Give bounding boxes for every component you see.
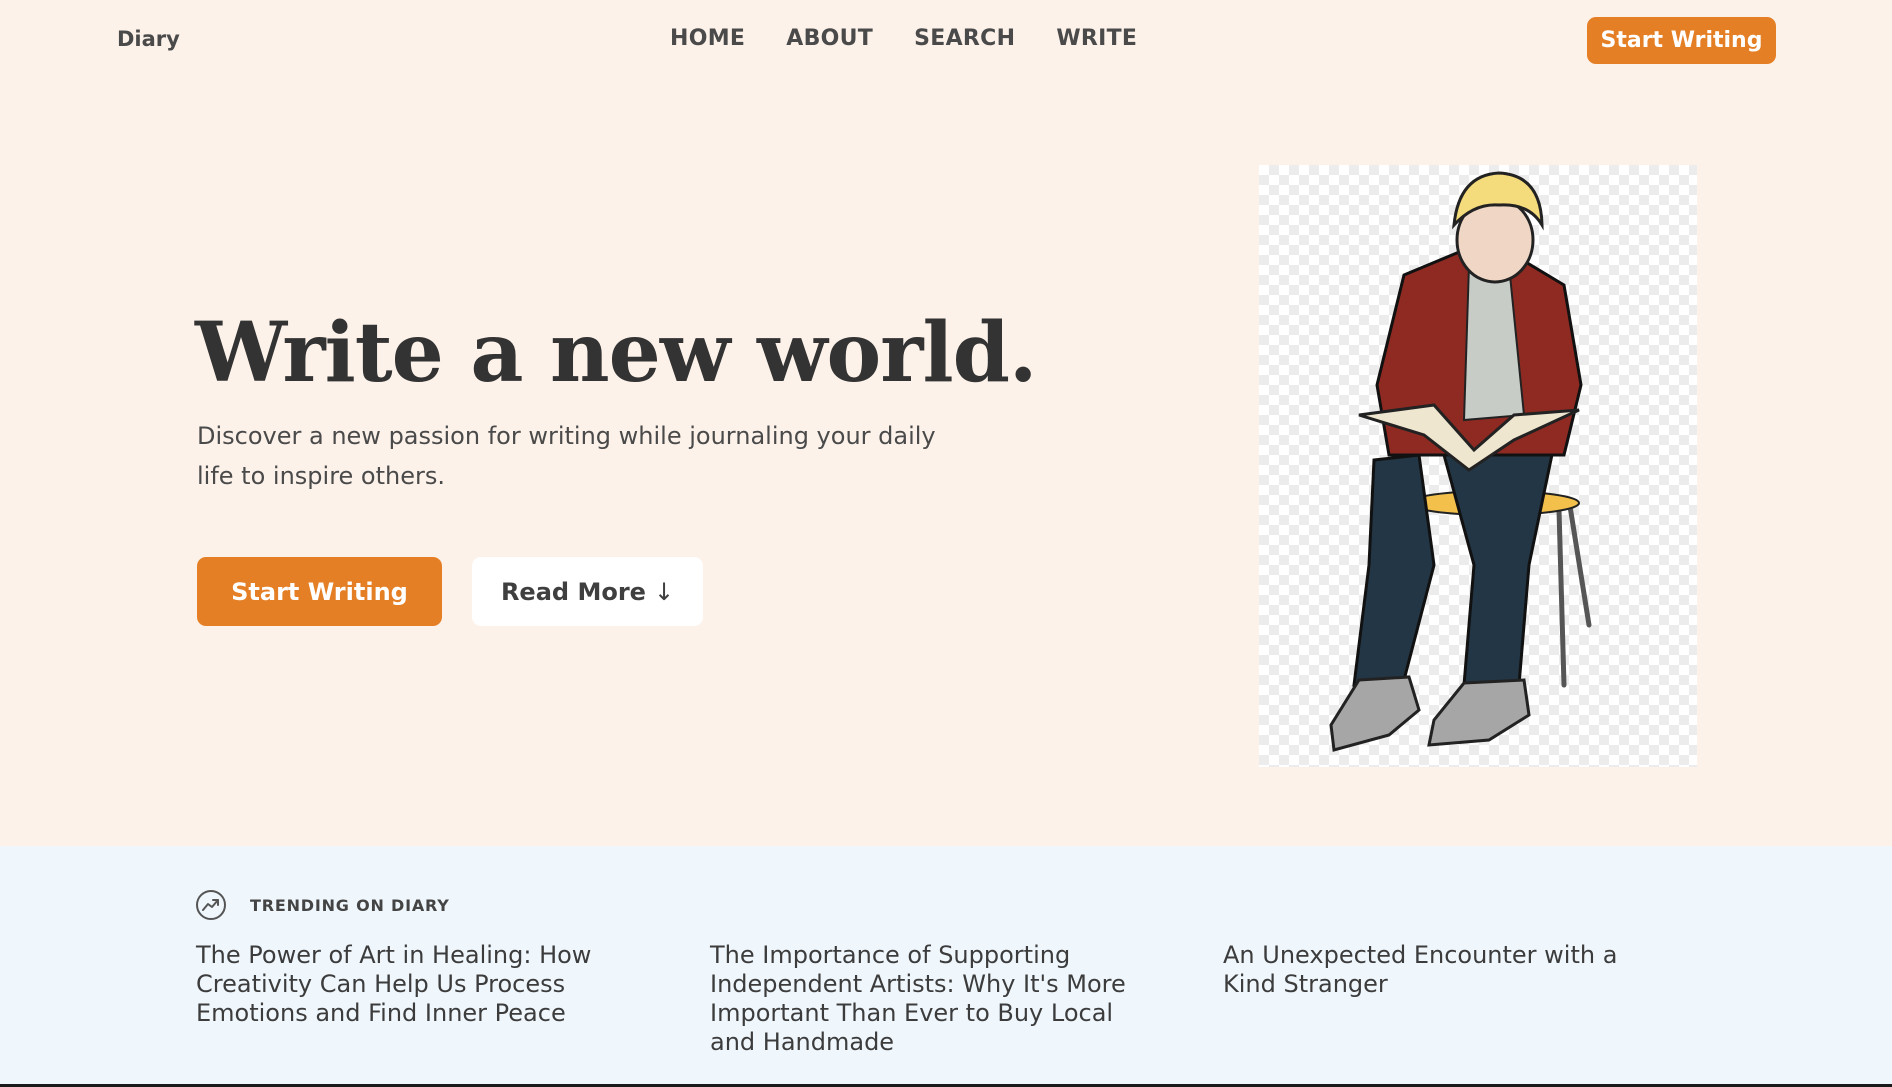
trending-section: TRENDING ON DIARY The Power of Art in He… — [0, 846, 1892, 1087]
top-navigation-bar: Diary HOME ABOUT SEARCH WRITE Start Writ… — [0, 0, 1892, 82]
read-more-label: Read More — [500, 577, 646, 606]
trending-item-2[interactable]: The Importance of Supporting Independent… — [710, 941, 1140, 1057]
trending-up-icon — [196, 890, 226, 920]
start-writing-button[interactable]: Start Writing — [197, 557, 442, 626]
main-nav: HOME ABOUT SEARCH WRITE — [670, 26, 1137, 51]
nav-write[interactable]: WRITE — [1056, 26, 1137, 51]
read-more-button[interactable]: Read More ↓ — [472, 557, 703, 626]
hero-illustration — [1259, 165, 1697, 767]
trending-item-1[interactable]: The Power of Art in Healing: How Creativ… — [196, 941, 626, 1028]
site-logo[interactable]: Diary — [117, 27, 180, 51]
nav-about[interactable]: ABOUT — [786, 26, 873, 51]
nav-search[interactable]: SEARCH — [914, 26, 1015, 51]
trending-label: TRENDING ON DIARY — [250, 895, 450, 915]
hero-title: Write a new world. — [195, 305, 1037, 401]
nav-home[interactable]: HOME — [670, 26, 745, 51]
start-writing-header-button[interactable]: Start Writing — [1587, 17, 1776, 64]
trending-item-3[interactable]: An Unexpected Encounter with a Kind Stra… — [1223, 941, 1653, 999]
trending-header: TRENDING ON DIARY — [196, 890, 450, 920]
arrow-down-icon: ↓ — [653, 577, 675, 606]
person-reading-illustration — [1329, 171, 1592, 752]
hero-subtitle: Discover a new passion for writing while… — [197, 422, 936, 490]
